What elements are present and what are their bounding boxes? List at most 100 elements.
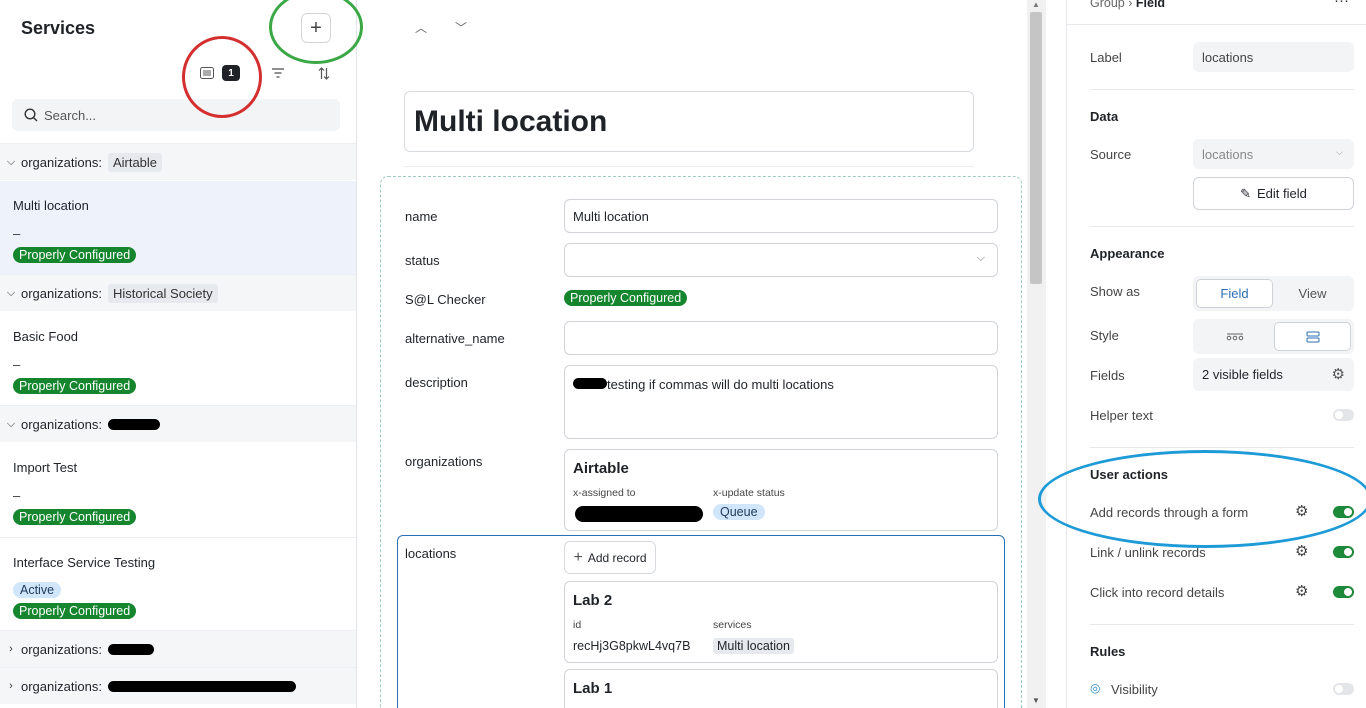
status-badge: Properly Configured [13,509,137,525]
group-value: Historical Society [107,283,218,303]
breadcrumb-group[interactable]: Group [1090,0,1125,10]
search-box [12,99,340,131]
label-input[interactable]: locations [1193,42,1354,72]
group-header[interactable]: › organizations: [0,630,356,667]
group-value: Airtable [107,152,163,172]
visibility-toggle[interactable] [1333,683,1354,695]
show-as-view-option[interactable]: View [1274,279,1351,308]
chevron-down-icon: ⌵ [976,252,985,264]
add-records-form-toggle[interactable] [1333,506,1354,518]
edit-field-label: Edit field [1257,186,1307,201]
list-fields-button[interactable] [198,62,216,84]
list-icon [200,67,214,79]
redacted-value [575,506,703,522]
group-header[interactable]: › organizations: [0,667,356,704]
card-field-label: x-assigned to [573,487,636,499]
gear-icon[interactable]: ⚙ [1295,502,1308,520]
source-value: locations [1202,146,1254,162]
record-details-label: Click into record details [1090,585,1225,600]
status-badge: Properly Configured [13,378,137,394]
linked-record-card[interactable]: Lab 2 id recHj3G8pkwL4vq7B services Mult… [564,581,998,663]
scroll-up-icon[interactable]: ▲ [1032,0,1040,9]
helper-text-toggle[interactable] [1333,409,1354,421]
record-name: Import Test [13,460,78,475]
filter-button[interactable] [268,62,288,84]
group-label: organizations: [21,154,102,170]
record-details-toggle[interactable] [1333,586,1354,598]
plus-icon: + [310,16,322,39]
scrollbar-thumb[interactable] [1030,12,1042,284]
show-as-segmented: Field View [1193,276,1354,311]
divider [1090,89,1354,90]
record-name: Multi location [13,198,89,213]
card-field-value: Multi location [713,638,794,654]
chevron-down-icon: ⌵ [1336,147,1343,157]
label-label: Label [1090,50,1122,65]
chevron-right-icon: › [1128,0,1133,10]
page-title: Multi location [414,104,608,138]
style-stacked-option[interactable] [1274,322,1351,351]
style-label: Style [1090,328,1119,343]
more-icon[interactable]: ··· [1334,0,1349,9]
style-segmented [1193,319,1354,354]
scrollbar[interactable]: ▲ ▼ [1027,0,1046,708]
sort-button[interactable] [314,62,334,84]
linked-record-card[interactable]: Lab 1 [564,669,998,708]
gear-icon[interactable]: ⚙ [1295,542,1308,560]
card-title: Lab 1 [573,680,613,697]
fields-label: Fields [1090,368,1125,383]
appearance-heading: Appearance [1090,246,1165,261]
breadcrumb-current: Field [1135,0,1166,10]
list-item[interactable]: Interface Service Testing Active Properl… [0,537,356,630]
card-title: Lab 2 [573,592,613,609]
status-select[interactable]: ⌵ [564,243,998,277]
next-record-button[interactable]: ﹀ [455,19,467,36]
user-actions-heading: User actions [1090,467,1169,482]
chevron-down-icon: ﹀ [455,21,468,35]
chevron-up-icon: ︿ [415,21,428,35]
edit-field-button[interactable]: ✎ Edit field [1193,177,1354,210]
visible-fields-button[interactable]: 2 visible fields ⚙ [1193,358,1354,391]
linked-record-card[interactable]: Airtable x-assigned to x-update status Q… [564,449,998,531]
card-field-label: x-update status [713,487,785,499]
checker-label: S@L Checker [405,292,486,307]
name-input[interactable]: Multi location [564,199,998,233]
list-item[interactable]: Import Test – Properly Configured [0,443,356,536]
list-item[interactable]: Multi location – Properly Configured [0,181,356,274]
sort-icon [318,66,330,80]
divider [404,166,974,167]
filter-count-badge[interactable]: 1 [222,65,240,81]
status-badge: Properly Configured [13,247,137,263]
divider [1090,447,1354,448]
group-label: organizations: [21,285,102,301]
show-as-label: Show as [1090,284,1140,299]
previous-record-button[interactable]: ︿ [415,19,427,36]
sidebar-toolbar: 1 [196,62,336,84]
record-title-field[interactable]: Multi location [404,91,974,152]
gear-icon[interactable]: ⚙ [1295,582,1308,600]
group-header[interactable]: ⌵ organizations: Historical Society [0,274,356,311]
description-text: testing if commas will do multi location… [607,377,834,392]
card-field-label: services [713,619,752,631]
alternative-name-input[interactable] [564,321,998,355]
redacted-value [107,680,296,692]
chevron-down-icon: ⌵ [6,286,16,299]
group-header[interactable]: ⌵ organizations: Airtable [0,143,356,180]
add-service-button[interactable]: + [301,13,331,43]
sidebar-title: Services [21,18,96,38]
source-select[interactable]: locations ⌵ [1193,139,1354,169]
search-input[interactable] [44,107,324,123]
show-as-field-option[interactable]: Field [1196,279,1273,308]
add-record-button[interactable]: + Add record [564,541,656,574]
style-inline-option[interactable] [1196,322,1273,351]
inline-list-icon [1226,333,1243,340]
list-item[interactable]: Basic Food – Properly Configured [0,312,356,405]
visible-fields-value: 2 visible fields [1202,367,1283,382]
record-name: Basic Food [13,329,79,344]
link-unlink-toggle[interactable] [1333,546,1354,558]
description-textarea[interactable]: testing if commas will do multi location… [564,365,998,439]
scroll-down-icon[interactable]: ▼ [1032,696,1040,705]
plus-icon: + [573,548,583,566]
name-label: name [405,209,438,224]
group-header[interactable]: ⌵ organizations: [0,405,356,442]
